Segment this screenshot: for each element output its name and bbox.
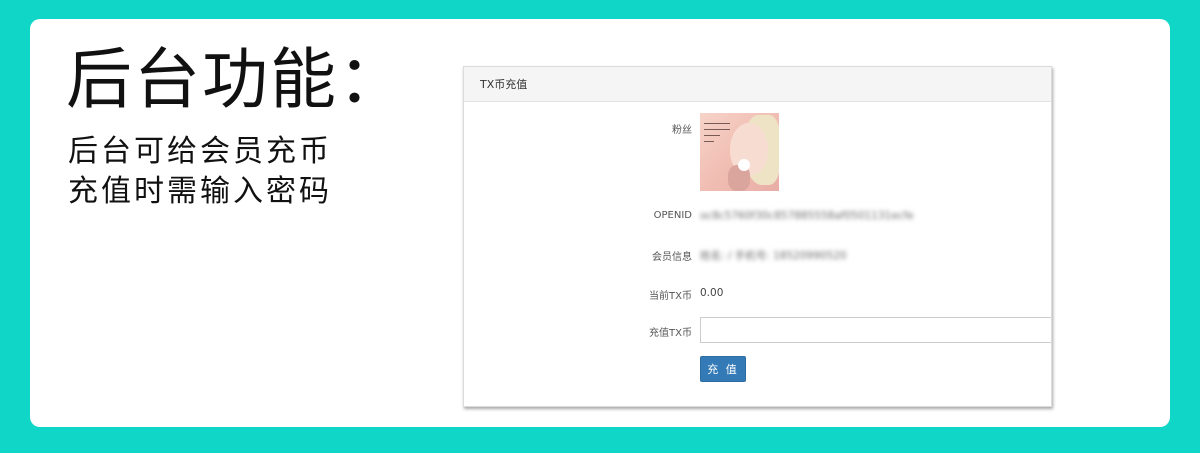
avatar-bubble	[738, 159, 750, 171]
fan-avatar	[700, 113, 779, 191]
fan-label: 粉丝	[672, 125, 692, 136]
promo-desc-line-2: 充值时需输入密码	[68, 174, 332, 209]
member-value: 姓名: / 手机号: 18520990520	[700, 250, 847, 262]
recharge-submit-button[interactable]: 充 值	[700, 356, 746, 382]
recharge-panel: TX币充值 粉丝 OPENID oc8c5760f30c857885558af0…	[463, 66, 1052, 407]
panel-title: TX币充值	[464, 67, 1051, 102]
openid-label: OPENID	[653, 210, 692, 221]
current-value: 0.00	[700, 287, 724, 299]
member-label: 会员信息	[652, 252, 692, 263]
recharge-input[interactable]	[700, 317, 1051, 343]
recharge-label: 充值TX币	[649, 328, 692, 339]
openid-value: oc8c5760f30c857885558af0501131ecfe	[700, 210, 914, 222]
promo-headline: 后台功能：	[66, 41, 406, 118]
promo-description: 后台可给会员充币 充值时需输入密码	[68, 132, 332, 212]
promo-desc-line-1: 后台可给会员充币	[68, 134, 332, 169]
current-label: 当前TX币	[649, 291, 692, 302]
avatar-text-lines	[704, 123, 730, 153]
